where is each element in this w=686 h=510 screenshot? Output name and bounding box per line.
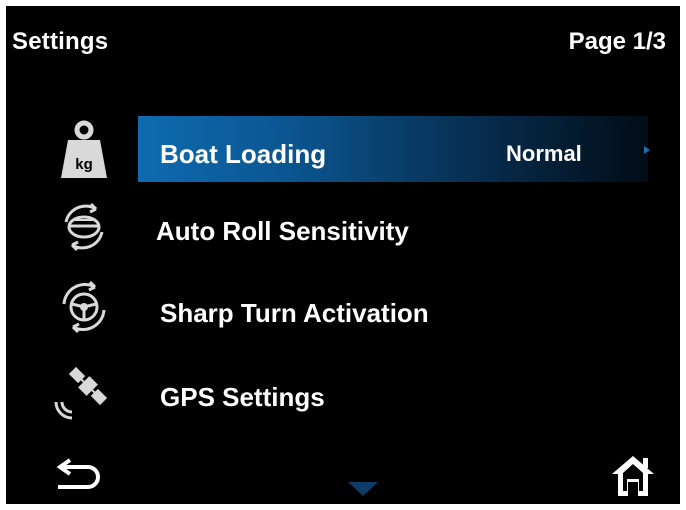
menu-item-label: GPS Settings xyxy=(160,382,325,412)
page-indicator: Page 1/3 xyxy=(568,28,666,55)
page-title: Settings xyxy=(12,28,109,55)
scroll-down-icon[interactable] xyxy=(348,482,378,496)
weight-kg-icon: kg xyxy=(44,116,124,182)
satellite-icon xyxy=(44,358,124,424)
back-arrow-icon xyxy=(56,458,100,489)
menu-item-label: Sharp Turn Activation xyxy=(160,298,429,328)
menu-item-sharp-turn-activation[interactable]: Sharp Turn Activation xyxy=(6,274,680,340)
back-button[interactable] xyxy=(50,458,110,498)
home-icon xyxy=(612,456,654,496)
menu-item-label: Boat Loading xyxy=(160,139,327,169)
menu-item-auto-roll-sensitivity[interactable]: Auto Roll Sensitivity xyxy=(6,194,680,260)
menu-item-label: Auto Roll Sensitivity xyxy=(156,216,409,246)
settings-screen: Settings Page 1/3 kg Boat Loading Normal xyxy=(6,6,680,504)
chevron-right-icon xyxy=(644,146,650,154)
menu-item-boat-loading[interactable]: kg Boat Loading Normal xyxy=(6,116,680,182)
menu-item-gps-settings[interactable]: GPS Settings xyxy=(6,358,680,424)
svg-text:kg: kg xyxy=(75,156,93,173)
steering-wheel-icon xyxy=(44,274,124,340)
menu-item-value: Normal xyxy=(506,141,582,166)
auto-roll-boat-icon xyxy=(44,194,124,260)
home-button[interactable] xyxy=(608,452,658,500)
